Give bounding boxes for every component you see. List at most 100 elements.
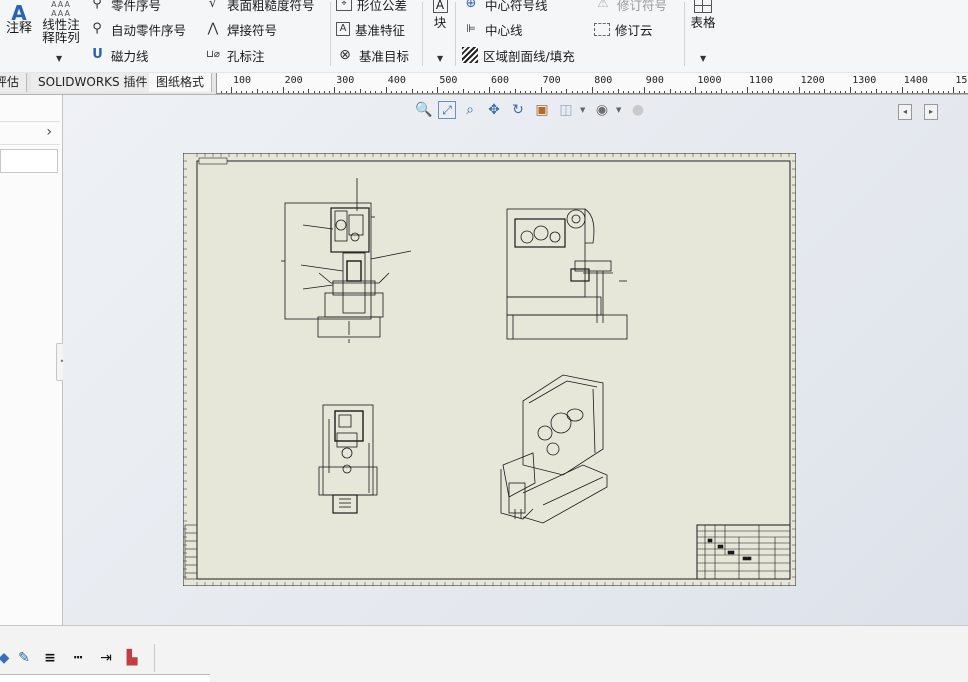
surface-finish-button[interactable]: √ 表面粗糙度符号	[204, 0, 315, 14]
tab-solidworks-addins[interactable]: SOLIDWORKS 插件	[31, 73, 156, 92]
ruler-tick	[824, 89, 826, 93]
horizontal-ruler: 100 200 300 400 500 600 700 800 900 1000 1100 1200 1…	[216, 73, 968, 94]
ruler-tick	[793, 91, 795, 93]
ruler-tick	[752, 91, 754, 93]
ruler-label: 1100	[749, 75, 774, 86]
ruler-tick	[494, 91, 496, 93]
filter-input[interactable]	[0, 149, 58, 173]
datum-feature-button[interactable]: A 基准特征	[336, 19, 405, 39]
revision-symbol-button[interactable]: ⚠ 修订符号	[594, 0, 667, 14]
ruler-tick	[499, 91, 501, 93]
balloon-button[interactable]: ⚲ 零件序号	[88, 0, 161, 14]
chevron-right-icon[interactable]: ›	[46, 124, 52, 140]
ruler-tick	[948, 91, 950, 93]
ruler-tick	[550, 91, 552, 93]
command-manager-ribbon: A 注释 AAA AAA 线性注 释阵列 ▼ ⚲ 零件序号 ⚲ 自动零件序号 Ս 磁力线…	[0, 0, 968, 73]
hole-callout-button[interactable]: ⊔⌀ 孔标注	[204, 45, 264, 65]
datum-target-button[interactable]: ⊗ 基准目标	[336, 45, 409, 65]
ruler-tick	[901, 87, 903, 93]
ruler-tick	[385, 87, 387, 93]
chevron-down-icon[interactable]: ▼	[437, 54, 443, 63]
magnetic-line-button[interactable]: Ս 磁力线	[88, 45, 148, 65]
auto-balloon-button[interactable]: ⚲ 自动零件序号	[88, 19, 186, 39]
ruler-tick	[411, 89, 413, 93]
revision-cloud-button[interactable]: 修订云	[594, 19, 653, 39]
tab-sheet-format[interactable]: 图纸格式	[149, 73, 213, 92]
ruler-tick	[452, 91, 454, 93]
ruler-tick	[246, 91, 248, 93]
ruler-label: 900	[645, 75, 664, 86]
ruler-tick	[922, 91, 924, 93]
ruler-tick	[298, 91, 300, 93]
ruler-tick	[251, 91, 253, 93]
layer-icon[interactable]: ◆	[0, 648, 14, 668]
block-button[interactable]: A 块	[428, 0, 452, 29]
ruler-tick	[638, 91, 640, 93]
ruler-tick	[679, 91, 681, 93]
ruler-tick	[365, 91, 367, 93]
ruler-tick	[540, 87, 542, 93]
ruler-tick	[473, 91, 475, 93]
ruler-tick	[535, 91, 537, 93]
window-tile-left-button[interactable]: ◂	[898, 104, 912, 120]
chevron-down-icon[interactable]: ▼	[616, 106, 624, 114]
ruler-tick	[772, 89, 774, 93]
ruler-tick	[220, 91, 222, 93]
ruler-tick	[597, 91, 599, 93]
ruler-tick	[612, 91, 614, 93]
line-style-icon[interactable]: ┅	[68, 648, 88, 668]
color-display-mode-icon[interactable]: ▙	[122, 648, 142, 668]
ruler-tick	[803, 91, 805, 93]
centerline-icon: ⊫	[466, 22, 476, 35]
zoom-area-icon[interactable]: ⤢	[438, 101, 456, 119]
zoom-in-out-icon[interactable]: ⌕	[460, 100, 480, 120]
ruler-tick	[643, 87, 645, 93]
view-orientation-icon[interactable]: ◫	[556, 100, 576, 120]
ruler-tick	[891, 91, 893, 93]
linear-note-pattern-button[interactable]: AAA AAA 线性注 释阵列	[40, 0, 82, 44]
chevron-down-icon[interactable]: ▼	[700, 54, 706, 63]
sheet-tab-strip[interactable]	[0, 674, 210, 682]
window-tile-right-button[interactable]: ▸	[924, 104, 938, 120]
ruler-tick	[958, 91, 960, 93]
annotation-button[interactable]: A 注释	[4, 3, 34, 35]
ruler-tick	[292, 91, 294, 93]
chevron-down-icon[interactable]: ▼	[56, 54, 62, 63]
ruler-tick	[607, 91, 609, 93]
ruler-tick	[906, 91, 908, 93]
table-button[interactable]: 表格	[688, 0, 718, 29]
corner-label-box	[198, 157, 228, 165]
ruler-tick	[865, 91, 867, 93]
zoom-to-fit-icon[interactable]: 🔍	[414, 100, 434, 120]
hatch-icon	[462, 47, 478, 63]
ruler-tick	[767, 91, 769, 93]
display-style-icon[interactable]: ▣	[532, 100, 552, 120]
pan-icon[interactable]: ✥	[484, 100, 504, 120]
drawing-sheet[interactable]	[183, 153, 796, 586]
ruler-tick	[788, 91, 790, 93]
centerline-button[interactable]: ⊫ 中心线	[462, 19, 522, 39]
ruler-tick	[370, 91, 372, 93]
appearance-icon[interactable]: ●	[628, 100, 648, 120]
rotate-icon[interactable]: ↻	[508, 100, 528, 120]
geometric-tolerance-button[interactable]: ⌖ 形位公差	[336, 0, 407, 14]
ruler-tick	[721, 89, 723, 93]
ruler-tick	[648, 91, 650, 93]
hide-show-icon[interactable]: ◉	[592, 100, 612, 120]
area-hatch-fill-button[interactable]: 区域剖面线/填充	[462, 45, 575, 65]
line-color-icon[interactable]: ✎	[14, 648, 34, 668]
pane-header-row[interactable]: ›	[0, 121, 60, 145]
tab-evaluate[interactable]: 评估	[0, 73, 28, 92]
ruler-tick	[731, 91, 733, 93]
chevron-down-icon[interactable]: ▼	[580, 106, 588, 114]
ruler-label: 1300	[852, 75, 877, 86]
sheet-background	[183, 153, 796, 586]
ribbon-divider	[684, 2, 685, 66]
hide-show-edges-icon[interactable]: ⇥	[96, 648, 116, 668]
ruler-tick	[855, 91, 857, 93]
weld-symbol-icon: ⋀	[207, 21, 219, 36]
weld-symbol-button[interactable]: ⋀ 焊接符号	[204, 19, 277, 39]
ruler-tick	[943, 91, 945, 93]
center-mark-button[interactable]: ⊕ 中心符号线	[462, 0, 548, 14]
line-thickness-icon[interactable]: ≡	[40, 648, 60, 668]
